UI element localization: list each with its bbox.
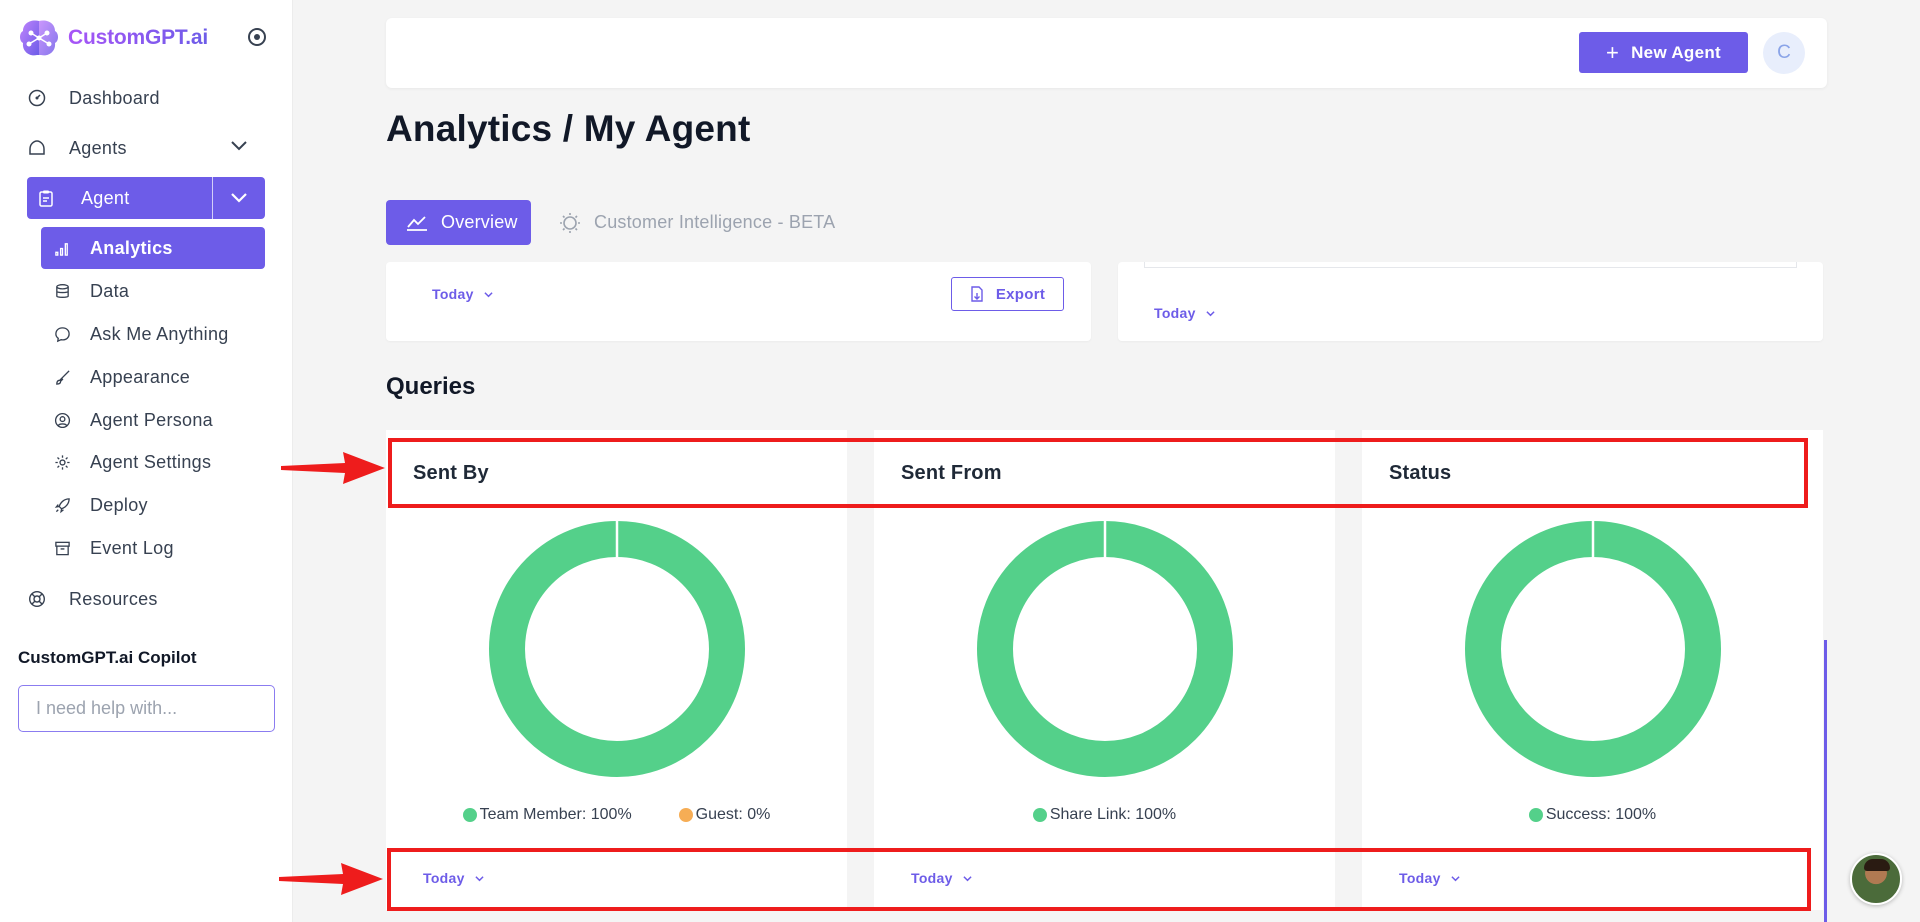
donut-chart	[977, 521, 1233, 777]
donut-segment-success[interactable]	[1465, 521, 1721, 777]
summary-card-right	[1118, 262, 1823, 341]
tab-customer-intelligence[interactable]: Customer Intelligence - BETA	[558, 200, 835, 245]
brand-name: CustomGPT.ai	[68, 26, 208, 49]
user-circle-icon	[53, 411, 71, 429]
legend-entry-share-link[interactable]: Share Link: 100%	[1032, 806, 1177, 824]
file-export-icon	[970, 286, 984, 302]
sidebar: CustomGPT.ai Dashboard Agents Agent Anal…	[0, 0, 293, 922]
sidebar-item-ask-me-anything[interactable]: Ask Me Anything	[41, 313, 265, 355]
sidebar-item-dashboard[interactable]: Dashboard	[28, 78, 160, 118]
page-title: Analytics / My Agent	[386, 108, 751, 149]
legend-entry-team-member[interactable]: Team Member: 100%	[462, 806, 632, 824]
chevron-down-icon	[1206, 310, 1215, 316]
export-label: Export	[995, 285, 1046, 303]
annotation-highlight-titles	[388, 438, 1808, 508]
chart-legend: Team Member: 100% Guest: 0%	[386, 806, 847, 824]
tab-label: Customer Intelligence - BETA	[594, 212, 836, 232]
sidebar-item-appearance[interactable]: Appearance	[41, 356, 265, 398]
sidebar-item-label: Deploy	[90, 494, 148, 515]
period-dropdown[interactable]: Today	[432, 286, 493, 302]
database-icon	[53, 282, 71, 300]
period-dropdown[interactable]: Today	[1154, 305, 1215, 321]
export-button[interactable]: Export	[951, 277, 1064, 311]
legend-entry-success[interactable]: Success: 100%	[1528, 806, 1657, 824]
sidebar-item-agent-settings[interactable]: Agent Settings	[41, 441, 265, 483]
sidebar-item-label: Data	[90, 280, 130, 301]
home-icon	[28, 139, 46, 157]
sidebar-item-event-log[interactable]: Event Log	[41, 527, 265, 569]
user-avatar[interactable]: C	[1763, 32, 1805, 74]
legend-label: Success: 100%	[1545, 806, 1657, 823]
legend-dot	[678, 808, 693, 822]
agent-label: Agent	[81, 187, 130, 208]
sidebar-item-resources[interactable]: Resources	[28, 579, 158, 619]
sidebar-item-label: Appearance	[90, 366, 191, 387]
chart-legend: Share Link: 100%	[874, 806, 1335, 824]
line-chart-icon	[406, 214, 428, 232]
gauge-icon	[28, 89, 46, 107]
new-agent-label: New Agent	[1631, 42, 1722, 62]
legend-label: Guest: 0%	[695, 806, 771, 823]
sidebar-item-label: Dashboard	[69, 87, 160, 108]
scrollbar-thumb[interactable]	[1824, 640, 1827, 922]
clipboard-icon	[37, 189, 55, 207]
support-chat-avatar[interactable]	[1850, 853, 1902, 905]
legend-entry-guest[interactable]: Guest: 0%	[678, 806, 771, 824]
bar-chart-icon	[53, 239, 71, 257]
brain-logo-icon	[20, 20, 58, 56]
donut-segment-team-member[interactable]	[489, 521, 745, 777]
filter-input-edge[interactable]	[1144, 262, 1797, 268]
new-agent-button[interactable]: + New Agent	[1579, 32, 1748, 73]
plus-icon: +	[1605, 39, 1620, 65]
lifebuoy-icon	[28, 590, 46, 608]
agent-selector[interactable]: Agent	[27, 177, 265, 219]
copilot-input-box	[18, 685, 275, 732]
sidebar-item-label: Agents	[69, 137, 127, 158]
copilot-input[interactable]	[36, 698, 268, 719]
sidebar-item-label: Resources	[69, 588, 158, 609]
sidebar-item-agent-persona[interactable]: Agent Persona	[41, 399, 265, 441]
tab-overview[interactable]: Overview	[386, 200, 531, 245]
sidebar-item-label: Agent Persona	[90, 409, 213, 430]
lightbulb-gear-icon	[558, 211, 584, 235]
tab-label: Overview	[441, 212, 518, 232]
sidebar-item-agents[interactable]: Agents	[28, 128, 248, 168]
chevron-down-icon	[484, 291, 493, 297]
chevron-down-icon[interactable]	[230, 140, 248, 152]
period-label: Today	[1154, 305, 1196, 321]
agent-dropdown-button[interactable]	[213, 177, 265, 219]
top-bar: + New Agent C	[386, 18, 1827, 88]
sidebar-item-data[interactable]: Data	[41, 270, 265, 312]
archive-icon	[53, 539, 71, 557]
sidebar-item-analytics[interactable]: Analytics	[41, 227, 265, 269]
queries-section-title: Queries	[386, 373, 476, 400]
legend-label: Share Link: 100%	[1049, 806, 1177, 823]
legend-dot	[462, 808, 477, 822]
legend-label: Team Member: 100%	[479, 806, 632, 823]
period-label: Today	[432, 286, 474, 302]
sidebar-item-label: Agent Settings	[90, 451, 212, 472]
chart-legend: Success: 100%	[1362, 806, 1823, 824]
sidebar-item-label: Ask Me Anything	[90, 323, 229, 344]
donut-chart	[489, 521, 745, 777]
sidebar-item-label: Analytics	[90, 237, 173, 258]
copilot-title: CustomGPT.ai Copilot	[18, 648, 197, 667]
chat-bubble-icon	[53, 325, 71, 343]
brand-logo[interactable]: CustomGPT.ai	[17, 17, 208, 59]
rocket-icon	[53, 496, 71, 514]
legend-dot	[1032, 808, 1047, 822]
gear-icon	[53, 453, 71, 471]
sidebar-item-deploy[interactable]: Deploy	[41, 484, 265, 526]
donut-chart	[1465, 521, 1721, 777]
annotation-highlight-periods	[387, 848, 1811, 911]
donut-segment-share-link[interactable]	[977, 521, 1233, 777]
annotation-arrow-icon	[281, 452, 385, 484]
sidebar-toggle-icon[interactable]	[248, 28, 266, 46]
chevron-down-icon	[231, 193, 247, 203]
sidebar-item-label: Event Log	[90, 537, 174, 558]
brush-icon	[53, 368, 71, 386]
agent-button[interactable]: Agent	[27, 177, 213, 219]
legend-dot	[1528, 808, 1543, 822]
annotation-arrow-icon	[279, 863, 383, 895]
